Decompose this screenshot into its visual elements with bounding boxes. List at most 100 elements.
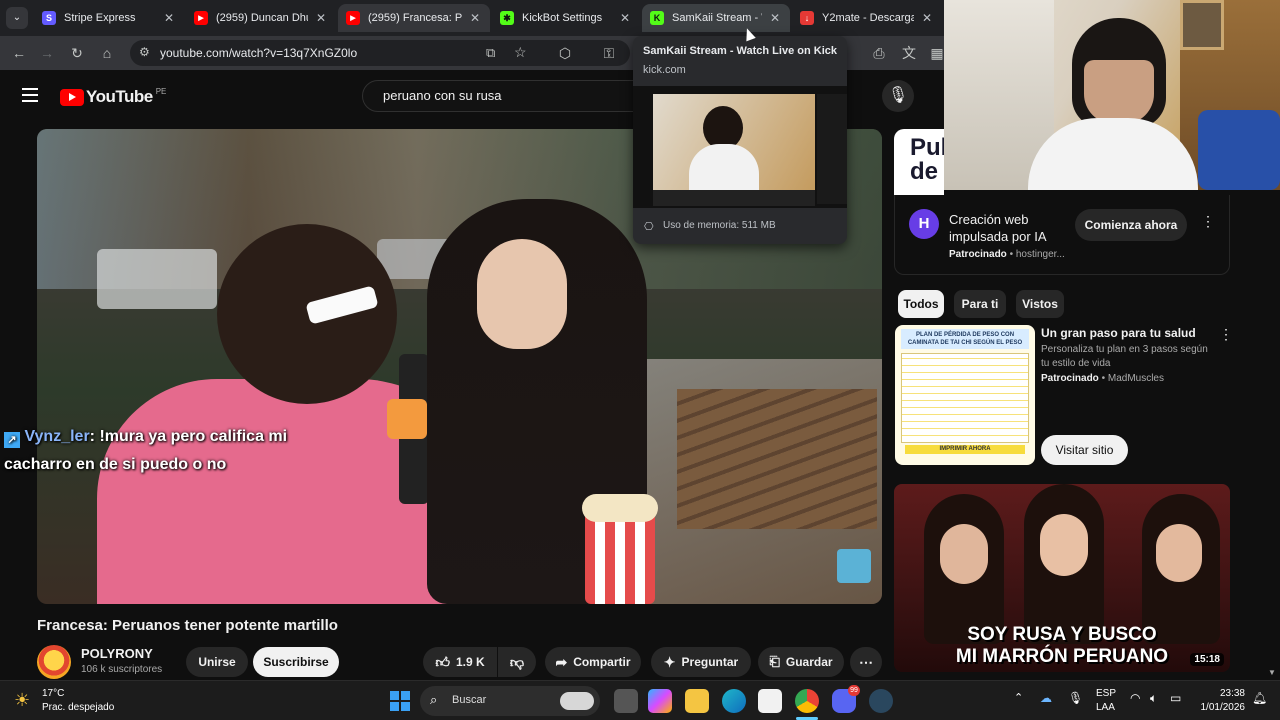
save-button[interactable]: ⎗ Guardar	[758, 647, 844, 677]
close-icon[interactable]: ✕	[162, 11, 176, 25]
keyboard-layout[interactable]: LAA	[1096, 702, 1115, 713]
tab-y2mate[interactable]: ↓ Y2mate - Descargar ✕	[792, 4, 942, 32]
store-icon[interactable]	[758, 689, 782, 713]
more-horizontal-icon: ⋯	[859, 653, 873, 670]
ad2-title: Un gran paso para tu salud	[1041, 326, 1196, 340]
discord-badge: 99	[848, 685, 860, 696]
more-options-icon[interactable]: ⋮	[1201, 213, 1215, 230]
hovercard-title: SamKaii Stream - Watch Live on Kick	[643, 45, 837, 57]
weather-temp[interactable]: 17°C	[42, 688, 64, 699]
tab-kickbot-settings[interactable]: ✱ KickBot Settings ✕	[492, 4, 640, 32]
video-title: Francesa: Peruanos tener potente martill…	[37, 617, 338, 634]
mic-icon[interactable]: 🎙	[882, 80, 914, 112]
ad2-description: Personaliza tu plan en 3 pasos según tu …	[1041, 344, 1208, 369]
microphone-tray-icon[interactable]: 🎙	[1068, 691, 1083, 705]
ad-advertiser: hostinger...	[1015, 249, 1065, 260]
tray-app-icon[interactable]: ☁	[1040, 691, 1052, 705]
steam-icon[interactable]	[869, 689, 893, 713]
stream-chat-overlay: ↗ Vynz_ler: !mura ya pero califica mi ca…	[4, 428, 288, 473]
subscriber-count: 106 k suscriptores	[81, 664, 163, 675]
ad-thumbnail[interactable]: PLAN DE PÉRDIDA DE PESO CON CAMINATA DE …	[895, 325, 1035, 465]
tab-search-button[interactable]: ⌄	[6, 7, 28, 29]
search-icon: ⌕	[430, 692, 438, 707]
more-actions-button[interactable]: ⋯	[850, 647, 882, 677]
address-bar[interactable]: ⚙ youtube.com/watch?v=13q7XnGZ0lo ⧉ ☆	[130, 40, 630, 66]
more-options-icon[interactable]: ⋮	[1219, 326, 1233, 343]
chip-watched[interactable]: Vistos	[1016, 290, 1064, 318]
tab-samkaii-stream[interactable]: K SamKaii Stream - Wa ✕	[642, 4, 790, 32]
url-text: youtube.com/watch?v=13q7XnGZ0lo	[160, 46, 358, 60]
battery-icon[interactable]: ▭	[1170, 691, 1181, 705]
chrome-icon[interactable]	[795, 689, 819, 713]
extensions-icon[interactable]: ⬡	[556, 44, 574, 62]
password-key-icon[interactable]: ⚿	[600, 44, 618, 62]
print-icon[interactable]: ⎙	[870, 44, 888, 62]
volume-icon[interactable]: 🔈︎	[1150, 691, 1157, 706]
youtube-logo[interactable]: YouTube PE	[60, 87, 166, 107]
video-duration-badge: 15:18	[1190, 653, 1224, 666]
chip-for-you[interactable]: Para ti	[954, 290, 1006, 318]
taskbar-search[interactable]: ⌕ Buscar	[420, 686, 600, 716]
weather-icon[interactable]: ☀	[14, 690, 30, 711]
wifi-icon[interactable]: ◠	[1130, 691, 1140, 705]
share-button[interactable]: ➦ Compartir	[545, 647, 641, 677]
close-icon[interactable]: ✕	[768, 11, 782, 25]
subscribe-button[interactable]: Suscribirse	[253, 647, 339, 677]
bookmark-star-icon[interactable]: ☆	[514, 44, 527, 61]
edge-icon[interactable]	[722, 689, 746, 713]
reload-icon[interactable]: ↻	[68, 44, 86, 62]
join-button[interactable]: Unirse	[186, 647, 248, 677]
close-icon[interactable]: ✕	[314, 11, 328, 25]
tab-francesa[interactable]: ▶ (2959) Francesa: Peru ✕	[338, 4, 490, 32]
clock-time[interactable]: 23:38	[1205, 688, 1245, 699]
tab-hover-card: SamKaii Stream - Watch Live on Kick kick…	[633, 36, 847, 244]
thumbnail-caption-2: MI MARRÓN PERUANO	[955, 646, 1169, 667]
sidebar-banner[interactable]: Pul de	[894, 129, 944, 195]
input-language[interactable]: ESP	[1096, 688, 1116, 699]
ask-button[interactable]: ✦ Preguntar	[651, 647, 751, 677]
site-info-icon[interactable]: ⚙	[139, 45, 150, 59]
dislike-button[interactable]: 👎︎	[498, 647, 536, 677]
close-icon[interactable]: ✕	[920, 11, 934, 25]
channel-name[interactable]: POLYRONY	[81, 646, 153, 661]
hovercard-memory: Uso de memoria: 511 MB	[663, 220, 776, 231]
clock-date[interactable]: 1/01/2026	[1193, 702, 1246, 713]
close-icon[interactable]: ✕	[618, 11, 632, 25]
channel-avatar[interactable]	[37, 645, 71, 679]
back-icon[interactable]: ←	[10, 44, 28, 62]
recommended-video-thumbnail[interactable]: SOY RUSA Y BUSCO MI MARRÓN PERUANO 15:18	[894, 484, 1230, 672]
show-hidden-icons[interactable]: ⌃	[1014, 691, 1023, 704]
home-icon[interactable]: ⌂	[98, 44, 116, 62]
channel-watermark[interactable]	[837, 549, 871, 583]
search-input[interactable]: peruano con su rusa	[362, 80, 642, 112]
y2mate-icon: ↓	[800, 11, 814, 25]
chat-username: Vynz_ler	[24, 428, 90, 445]
thumbs-down-icon: 👎︎	[509, 653, 525, 670]
ad-thumbnail-header: PLAN DE PÉRDIDA DE PESO CON CAMINATA DE …	[901, 329, 1029, 349]
memory-icon: ⎔	[644, 221, 654, 233]
menu-icon[interactable]	[22, 88, 38, 102]
notification-bell-icon[interactable]: 🔔︎	[1252, 691, 1267, 705]
close-icon[interactable]: ✕	[468, 11, 482, 25]
forward-icon[interactable]: →	[38, 44, 56, 62]
install-app-icon[interactable]: ⧉	[486, 45, 495, 61]
chip-all[interactable]: Todos	[898, 290, 944, 318]
youtube-icon: ▶	[194, 11, 208, 25]
sponsored-ad-card[interactable]: H Creación web impulsada por IA Patrocin…	[894, 195, 1230, 275]
stripe-icon: S	[42, 11, 56, 25]
weather-desc[interactable]: Prac. despejado	[42, 702, 114, 713]
visit-site-button[interactable]: Visitar sitio	[1041, 435, 1128, 465]
file-explorer-icon[interactable]	[685, 689, 709, 713]
tab-stripe-express[interactable]: S Stripe Express ✕	[34, 4, 184, 32]
like-button[interactable]: 👍︎ 1.9 K	[423, 647, 497, 677]
ad-sponsored: Patrocinado	[949, 249, 1007, 260]
windows-start-icon[interactable]	[390, 691, 410, 711]
webcam-overlay	[944, 0, 1280, 190]
copilot-icon[interactable]	[648, 689, 672, 713]
page-scrollbar-down-arrow[interactable]: ▼	[1268, 668, 1276, 677]
task-view-icon[interactable]	[614, 689, 638, 713]
ad-cta-button[interactable]: Comienza ahora	[1075, 209, 1187, 241]
thumbs-up-icon: 👍︎	[435, 653, 450, 670]
tab-duncan-dhu[interactable]: ▶ (2959) Duncan Dhu ✕	[186, 4, 336, 32]
translate-icon[interactable]: 文	[900, 44, 918, 62]
